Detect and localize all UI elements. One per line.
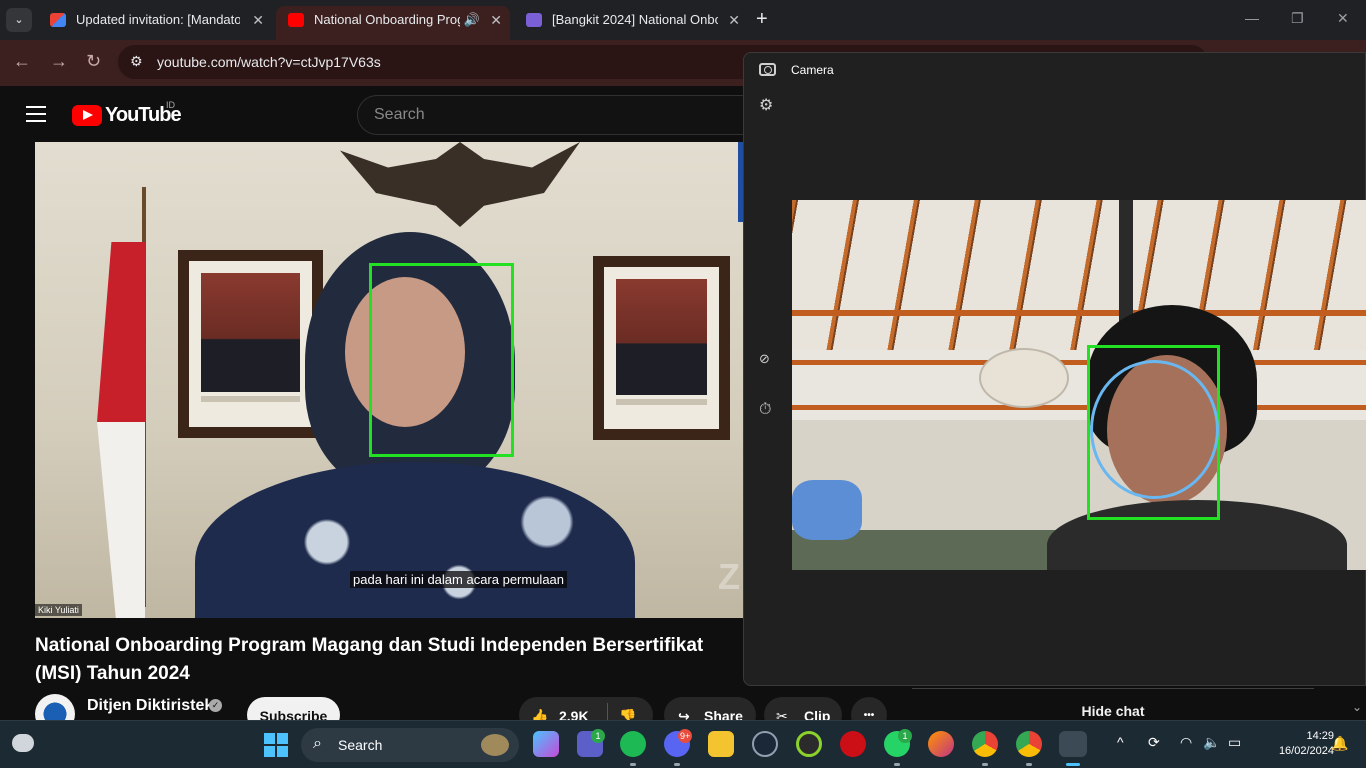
timer-off-icon[interactable]: ⏱ [759,401,771,419]
reload-button[interactable]: ↻ [86,51,101,72]
chevron-down-icon: ⌄ [1352,700,1363,714]
forward-button[interactable]: → [50,51,68,72]
menu-icon[interactable] [26,106,46,127]
search-highlight-icon [481,734,509,756]
tab-bangkit[interactable]: [Bangkit 2024] National Onboar ✕ [514,6,748,40]
channel-name[interactable]: Ditjen Diktiristek [87,697,213,715]
opera-icon[interactable] [840,731,866,757]
settings-icon[interactable]: ⚙ [759,95,773,115]
steam-icon[interactable] [752,731,778,757]
face-oval [1090,360,1219,499]
chevron-up-icon[interactable]: ^ [1117,734,1124,750]
indonesian-flag [97,187,152,618]
taskbar-search-label: Search [338,737,383,753]
minimize-button[interactable]: — [1245,10,1259,26]
copilot-icon[interactable] [533,731,559,757]
forms-icon [526,13,542,27]
region-code: ID [166,100,175,110]
url-text: youtube.com/watch?v=ctJvp17V63s [157,54,381,70]
hdr-off-icon[interactable]: ⊘ [759,351,770,367]
video-player[interactable] [35,142,743,618]
youtube-icon [288,13,304,27]
wifi-icon[interactable]: ◠ [1180,734,1192,751]
search-placeholder: Search [374,106,425,123]
video-title: National Onboarding Program Magang dan S… [35,635,704,684]
youtube-search-input[interactable]: Search [357,95,777,135]
verified-icon: ✓ [209,699,222,712]
participant-name-tag: Kiki Yuliati [35,604,82,616]
app-icon[interactable] [796,731,822,757]
tab-title: National Onboarding Progr [314,12,460,27]
tab-gmail[interactable]: Updated invitation: [Mandatory ✕ [38,6,272,40]
start-button[interactable] [264,733,288,757]
zoom-watermark: Z [718,556,740,597]
camera-app-icon[interactable] [1059,731,1087,757]
whatsapp-badge: 1 [898,729,912,743]
youtube-logo[interactable]: YouTube [72,104,182,126]
camera-icon [759,63,776,76]
youtube-play-icon [72,104,102,126]
video-caption: pada hari ini dalam acara permulaan [350,571,568,588]
chrome-profile-icon[interactable] [1016,731,1042,757]
weather-icon[interactable] [12,734,34,752]
browser-tab-bar: ⌄ Updated invitation: [Mandatory ✕ Natio… [0,0,1366,40]
close-tab-icon[interactable]: ✕ [728,6,740,34]
close-tab-icon[interactable]: ✕ [490,6,502,34]
restore-button[interactable]: ❐ [1291,10,1304,27]
file-explorer-icon[interactable] [708,731,734,757]
firefox-icon[interactable] [928,731,954,757]
clock[interactable]: 14:29 16/02/2024 [1254,729,1334,759]
hide-chat-button[interactable]: Hide chat [912,688,1314,722]
speaker-icon[interactable]: 🔊 [464,6,480,34]
notification-icon[interactable]: 🔔 [1331,735,1348,752]
tab-title: Updated invitation: [Mandatory [76,12,240,27]
taskbar-search[interactable]: ⌕ Search [301,728,519,762]
volume-icon[interactable]: 🔈 [1203,734,1220,751]
tab-search-button[interactable]: ⌄ [6,8,32,32]
water-jugs [792,480,862,540]
close-window-button[interactable]: ✕ [1337,10,1349,27]
camera-title: Camera [791,63,834,77]
discord-badge: 9+ [678,729,693,743]
spotify-icon[interactable] [620,731,646,757]
clock-time: 14:29 [1306,730,1334,742]
gmail-icon [50,13,66,27]
face-detection-box [369,263,514,457]
camera-app-window: Camera ⚙ ⊘ ⏱ [743,52,1366,686]
back-button[interactable]: ← [13,51,31,72]
chrome-icon[interactable] [972,731,998,757]
close-tab-icon[interactable]: ✕ [252,6,264,34]
windows-taskbar: ⌕ Search 1 9+ 1 ^ ⟳ ◠ 🔈 ▭ 14:29 16/02/20… [0,720,1366,768]
search-icon: ⌕ [313,735,322,752]
tab-youtube[interactable]: National Onboarding Progr 🔊 ✕ [276,6,510,40]
camera-feed [792,200,1366,570]
clock-date: 16/02/2024 [1278,745,1334,757]
teams-badge: 1 [591,729,605,743]
tab-title: [Bangkit 2024] National Onboar [552,12,718,27]
site-info-icon[interactable]: ⚙ [130,53,143,70]
sync-icon[interactable]: ⟳ [1148,734,1160,751]
new-tab-button[interactable]: + [756,8,768,31]
battery-icon[interactable]: ▭ [1228,734,1241,751]
